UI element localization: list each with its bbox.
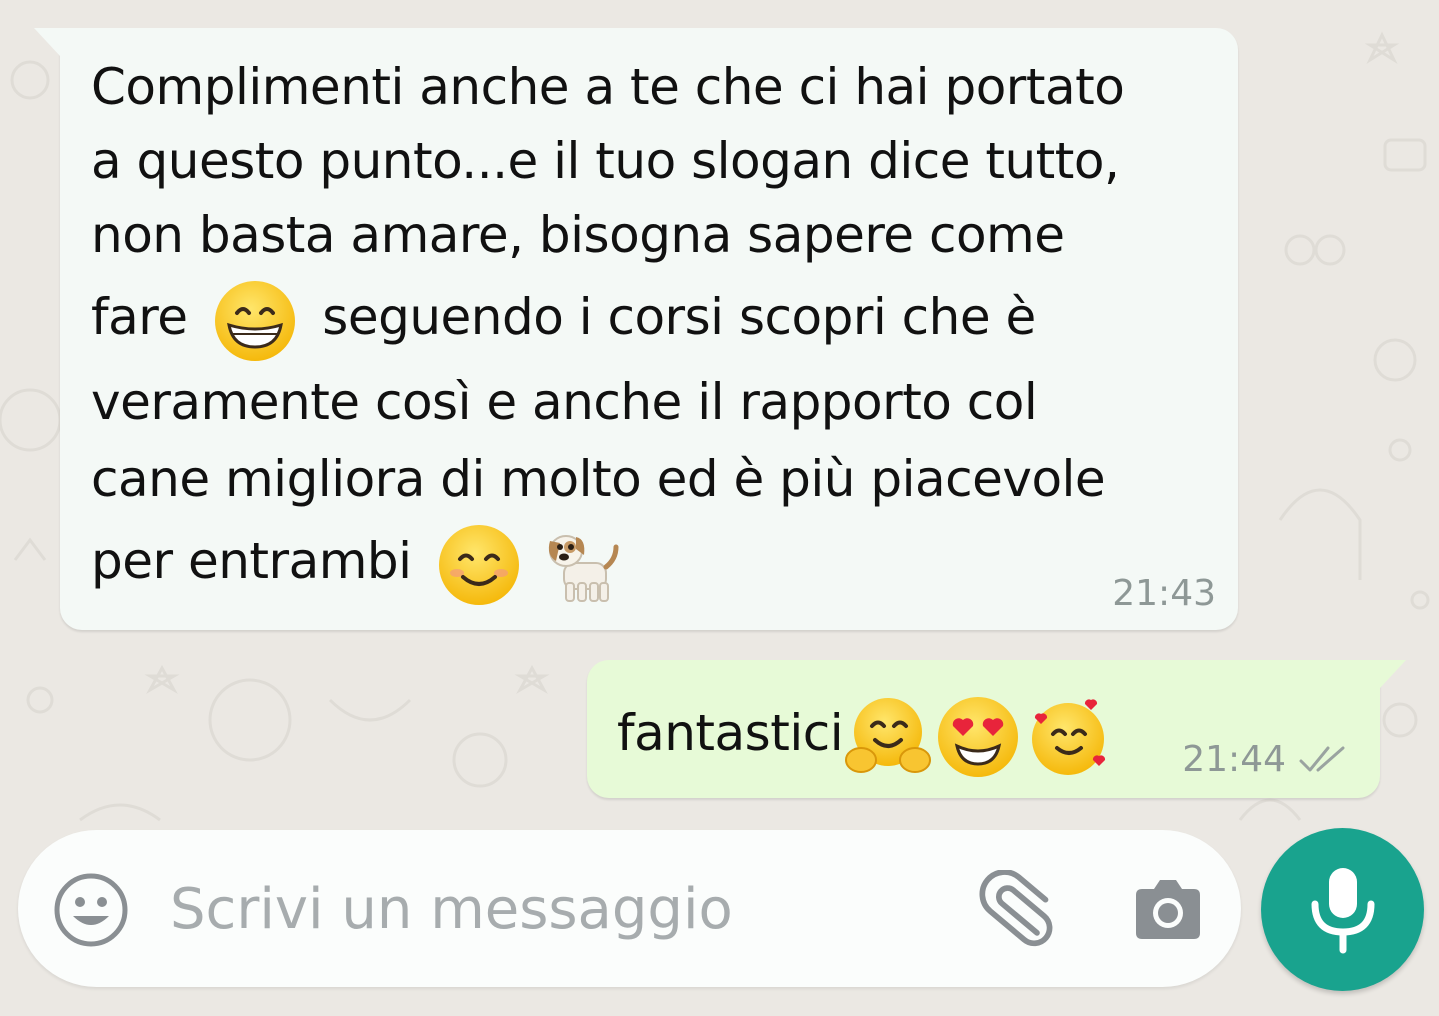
bubble-tail — [1380, 660, 1406, 688]
message-line: cane migliora di molto ed è più piacevol… — [91, 450, 1106, 508]
message-line: Complimenti anche a te che ci hai portat… — [91, 58, 1125, 116]
dog-icon — [540, 523, 624, 607]
camera-icon[interactable] — [1130, 875, 1206, 945]
hugging-face-icon — [845, 694, 932, 780]
outgoing-message-bubble[interactable]: fantastici 21:44 — [587, 660, 1406, 798]
outgoing-message-text: fantastici — [617, 688, 1113, 778]
double-check-icon — [1299, 746, 1345, 771]
incoming-message-bubble[interactable]: Complimenti anche a te che ci hai portat… — [34, 28, 1238, 630]
smiling-face-icon — [437, 523, 521, 607]
message-line-with-emoji: fare seguendo i corsi scopri che è — [91, 272, 1221, 362]
bubble-tail — [34, 28, 60, 56]
message-composer: Scrivi un messaggio — [18, 830, 1241, 987]
message-line: veramente così e anche il rapporto col — [91, 373, 1038, 431]
message-timestamp: 21:44 — [1182, 739, 1286, 780]
heart-eyes-face-icon — [935, 694, 1021, 780]
message-meta: 21:44 — [1182, 739, 1354, 780]
grinning-face-icon — [213, 279, 297, 363]
message-input[interactable]: Scrivi un messaggio — [170, 874, 733, 946]
voice-record-button[interactable] — [1261, 828, 1424, 991]
message-timestamp: 21:43 — [1112, 573, 1216, 614]
attach-icon[interactable] — [976, 870, 1056, 950]
message-line: a questo punto...e il tuo slogan dice tu… — [91, 132, 1120, 190]
mic-icon — [1311, 868, 1375, 954]
message-line: non basta amare, bisogna sapere come — [91, 206, 1065, 264]
smiling-face-with-hearts-icon — [1025, 694, 1111, 780]
message-word: fantastici — [617, 704, 844, 762]
message-line-with-emoji: per entrambi — [91, 516, 1221, 606]
message-word: seguendo i corsi scopri che è — [322, 288, 1036, 346]
incoming-message-text: Complimenti anche a te che ci hai portat… — [91, 50, 1221, 606]
message-word: per entrambi — [91, 532, 412, 590]
message-word: fare — [91, 288, 188, 346]
emoji-icon[interactable] — [53, 872, 129, 948]
